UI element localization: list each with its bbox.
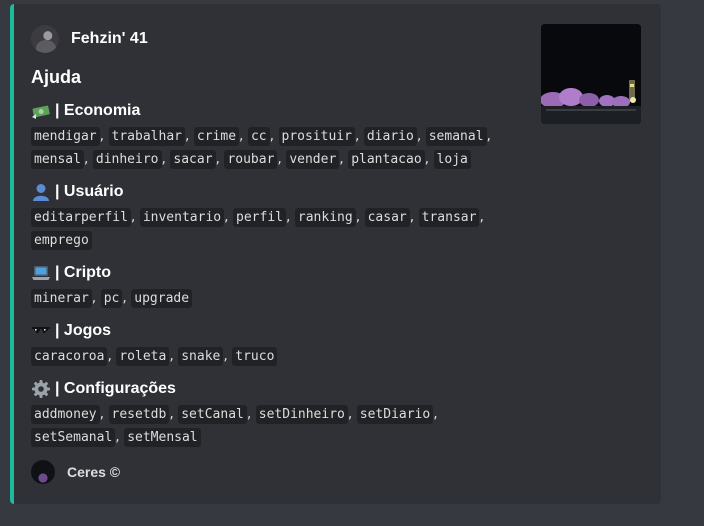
field-value: minerar, pc, upgrade — [31, 287, 511, 310]
command-chip: pc — [100, 289, 123, 308]
author-avatar[interactable] — [31, 25, 59, 53]
gear-icon — [32, 380, 50, 398]
field-name: | Cripto — [55, 264, 112, 281]
command-chip: inventario — [139, 208, 225, 227]
embed-footer: Ceres © — [31, 460, 120, 484]
command-chip: roubar — [224, 150, 278, 169]
command-chip: caracoroa — [31, 347, 108, 366]
command-chip: prosituir — [278, 127, 355, 146]
command-chip: emprego — [31, 231, 92, 250]
command-chip: resetdb — [108, 405, 170, 424]
field-value: caracoroa, roleta, snake, truco — [31, 345, 511, 368]
embed-title: Ajuda — [31, 67, 82, 87]
command-chip: roleta — [116, 347, 170, 366]
command-chip: semanal — [425, 127, 487, 146]
command-chip: vender — [286, 150, 340, 169]
command-chip: truco — [232, 347, 278, 366]
field-usuario: | Usuário editarperfil, inventario, perf… — [31, 181, 511, 252]
footer-text: Ceres © — [67, 464, 121, 480]
command-chip: setDinheiro — [255, 405, 348, 424]
command-chip: dinheiro — [92, 150, 162, 169]
command-chip: setCanal — [178, 405, 247, 424]
command-chip: diario — [363, 127, 417, 146]
field-value: addmoney, resetdb, setCanal, setDinheiro… — [31, 403, 511, 449]
embed-thumbnail[interactable] — [541, 24, 641, 124]
embed-author: Fehzin' 41 — [31, 24, 148, 54]
command-chip: perfil — [233, 208, 286, 227]
command-chip: ranking — [294, 208, 356, 227]
author-name[interactable]: Fehzin' 41 — [71, 30, 148, 48]
thumbnail-image — [541, 24, 641, 124]
command-chip: mendigar — [31, 127, 100, 146]
command-chip: addmoney — [31, 405, 100, 424]
field-value: editarperfil, inventario, perfil, rankin… — [31, 206, 511, 252]
command-chip: mensal — [31, 150, 84, 169]
field-value: mendigar, trabalhar, crime, cc, prositui… — [31, 125, 511, 171]
field-name: | Economia — [55, 102, 141, 119]
command-chip: plantacao — [348, 150, 425, 169]
command-chip: setSemanal — [31, 428, 116, 447]
command-chip: minerar — [31, 289, 92, 308]
command-chip: sacar — [170, 150, 216, 169]
embed-card: Fehzin' 41 Ajuda | Economia mendigar , t… — [10, 4, 661, 504]
sunglasses-icon — [32, 327, 50, 333]
field-name: | Jogos — [55, 322, 112, 339]
command-chip: transar — [418, 208, 480, 227]
field-name: | Usuário — [55, 183, 124, 200]
user-icon — [33, 184, 49, 201]
command-chip: casar — [364, 208, 410, 227]
command-chip: editarperfil — [31, 208, 131, 227]
command-chip: setMensal — [124, 428, 201, 447]
command-chip: snake — [178, 347, 224, 366]
laptop-icon — [32, 266, 50, 280]
command-chip: loja — [433, 150, 471, 169]
money-icon — [32, 105, 50, 119]
field-cripto: | Cripto minerar, pc, upgrade — [31, 262, 511, 310]
command-chip: upgrade — [131, 289, 193, 308]
command-chip: trabalhar — [108, 127, 185, 146]
command-chip: cc — [247, 127, 270, 146]
command-chip: setDiario — [356, 405, 434, 424]
footer-icon — [31, 460, 55, 484]
field-jogos: | Jogos caracoroa, roleta, snake, truco — [31, 320, 511, 368]
command-chip: crime — [193, 127, 240, 146]
field-name: | Configurações — [55, 380, 176, 397]
field-economia: | Economia mendigar, trabalhar, crime, c… — [31, 100, 511, 171]
field-configuracoes: | Configurações addmoney, resetdb, setCa… — [31, 378, 511, 449]
